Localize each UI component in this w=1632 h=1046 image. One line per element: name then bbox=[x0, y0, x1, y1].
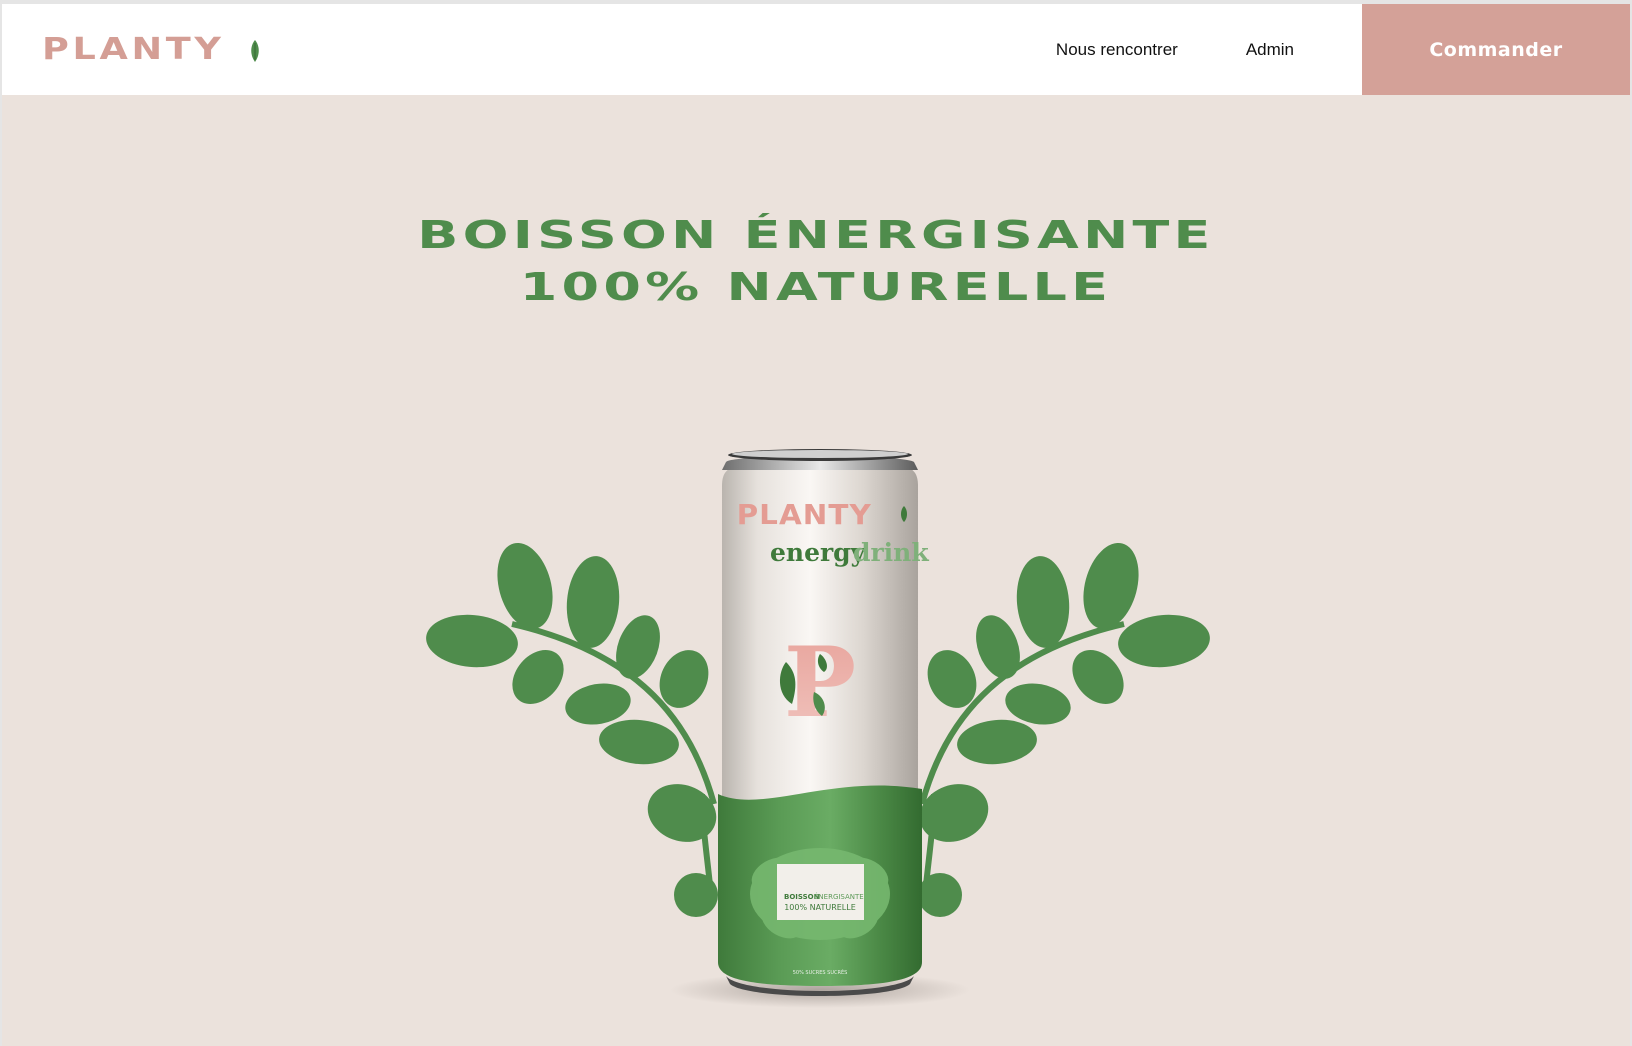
can-subtitle-drink: drink bbox=[853, 538, 929, 567]
can-brand: PLANTY bbox=[737, 498, 872, 531]
can-fine-print: 50% SUCRES SUCRÉS bbox=[793, 968, 848, 976]
can-label-line2: 100% NATURELLE bbox=[784, 903, 856, 912]
can-monogram: P bbox=[779, 626, 856, 739]
page: PLANTY Nous rencontrer Admin Commander B… bbox=[2, 4, 1630, 1046]
hero-illustration: P PLANTY energy drink BOISSON ÉNERGISANT… bbox=[426, 449, 1210, 1008]
can-monogram-letter: P bbox=[784, 626, 856, 739]
can-label-line1-b: ÉNERGISANTE bbox=[814, 892, 864, 901]
product-can: P bbox=[670, 449, 970, 1008]
right-branch bbox=[918, 542, 1210, 917]
left-branch bbox=[426, 542, 718, 917]
